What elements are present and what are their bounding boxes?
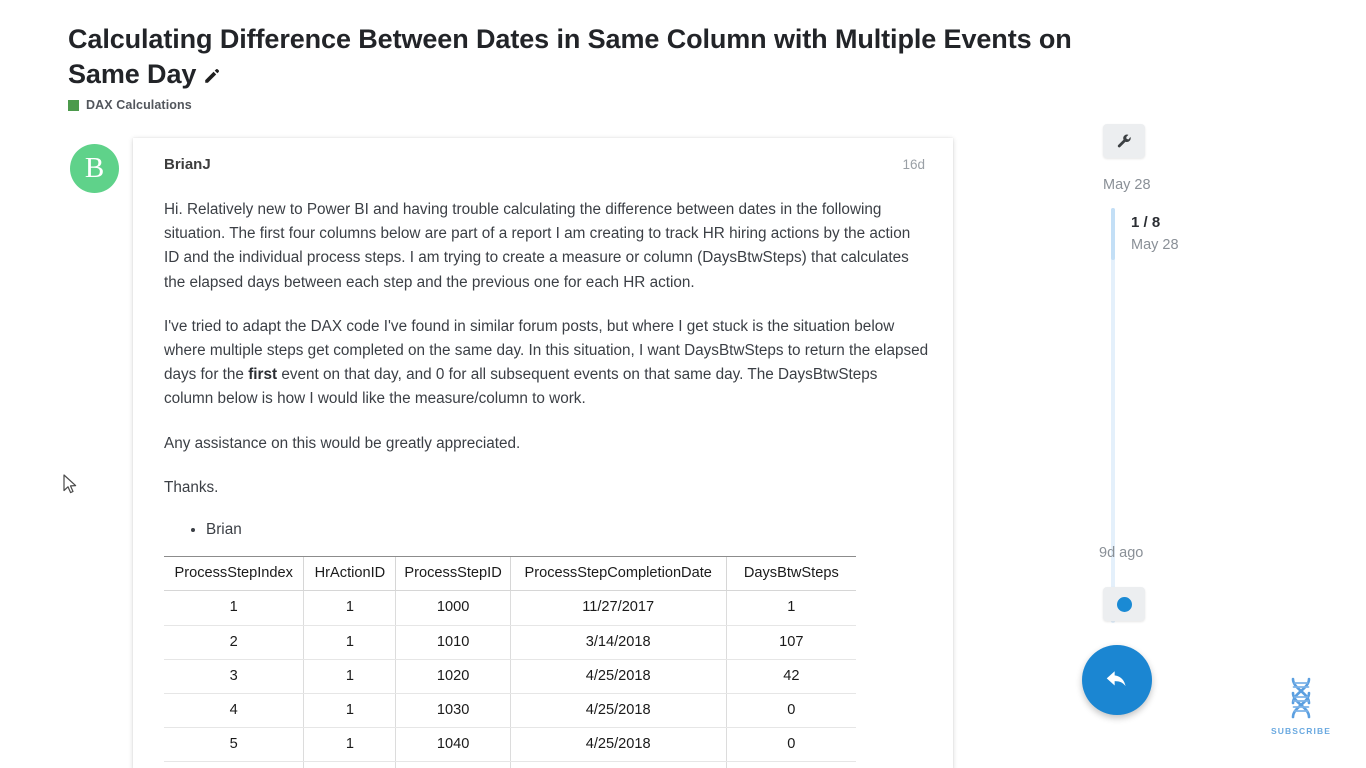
table-cell: 1 [725, 590, 856, 626]
table-cell: 1020 [395, 659, 511, 695]
timeline-position: 1 / 8 [1131, 214, 1161, 231]
table-cell: 0 [725, 727, 856, 763]
table-column-header: ProcessStepCompletionDate [509, 556, 727, 592]
table-body: 1 1 1000 11/27/2017 1 2 1 1010 3/14/2018 107 3 1 102… [164, 590, 856, 768]
reply-button-wrapper [1082, 645, 1152, 715]
signature-list: Brian [164, 518, 929, 542]
table-row: 3 1 1020 4/25/2018 42 [164, 659, 856, 695]
table-cell: 1010 [395, 625, 511, 660]
table-cell: 4/25/2018 [509, 659, 727, 695]
post-timestamp[interactable]: 16d [902, 157, 925, 172]
table-cell: 1 [303, 693, 396, 729]
timeline-scrollbar-thumb[interactable] [1111, 208, 1115, 260]
dna-helix-icon [1291, 677, 1311, 719]
table-column-header: ProcessStepID [395, 556, 511, 592]
pencil-icon[interactable] [203, 67, 221, 85]
table-cell: 4/25/2018 [509, 761, 727, 768]
table-cell: 1 [303, 590, 396, 626]
table-column-header: DaysBtwSteps [725, 556, 856, 592]
table-cell: 4 [164, 693, 304, 729]
table-cell: 0 [725, 761, 856, 768]
category-label: DAX Calculations [86, 98, 192, 112]
post-paragraph-3: Any assistance on this would be greatly … [164, 434, 521, 452]
table-header-row: ProcessStepIndex HrActionID ProcessStepID P… [164, 556, 856, 592]
table-cell: 2 [164, 625, 304, 660]
post-card: BrianJ 16d Hi. Relatively new to Power B… [133, 138, 953, 768]
table-cell: 1 [303, 659, 396, 695]
table-cell: 3/14/2018 [509, 625, 727, 660]
table-row: 2 1 1010 3/14/2018 107 [164, 625, 856, 660]
post-paragraph-2: I've tried to adapt the DAX code I've fo… [164, 315, 929, 412]
table-cell: 107 [725, 625, 856, 660]
wrench-icon[interactable] [1103, 124, 1145, 158]
table-cell: 1050 [395, 761, 511, 768]
table-cell: 4/25/2018 [509, 693, 727, 729]
timeline-start-date: May 28 [1103, 177, 1151, 193]
post-paragraph-1: Hi. Relatively new to Power BI and havin… [164, 201, 911, 291]
dot-icon[interactable] [1103, 587, 1145, 621]
table-cell: 1 [303, 625, 396, 660]
topic-header: Calculating Difference Between Dates in … [68, 22, 1098, 92]
table-cell: 4/25/2018 [509, 727, 727, 763]
category-color-swatch-icon [68, 99, 79, 111]
table-column-header: HrActionID [303, 556, 396, 592]
table-cell: 1 [303, 761, 396, 768]
reply-arrow-icon[interactable] [1082, 645, 1152, 715]
table-cell: 11/27/2017 [509, 590, 727, 626]
post-author[interactable]: BrianJ [164, 156, 211, 173]
subscribe-label: SUBSCRIBE [1271, 726, 1331, 736]
table-cell: 3 [164, 659, 304, 695]
data-table: ProcessStepIndex HrActionID ProcessStepID P… [164, 556, 856, 768]
post-paragraph-4: Thanks. [164, 478, 219, 496]
table-cell: 1 [303, 727, 396, 763]
post-header: BrianJ 16d [164, 156, 925, 173]
avatar[interactable]: B [70, 144, 119, 193]
mouse-cursor-icon [63, 474, 79, 496]
page-root: Calculating Difference Between Dates in … [0, 0, 1366, 768]
timeline-end-date: 9d ago [1099, 545, 1144, 561]
category-badge[interactable]: DAX Calculations [68, 98, 192, 112]
table-cell: 1 [164, 590, 304, 626]
table-cell: 6 [164, 761, 304, 768]
table-cell: 1040 [395, 727, 511, 763]
dot-glyph-icon [1116, 596, 1132, 612]
table-row: 5 1 1040 4/25/2018 0 [164, 727, 856, 763]
table-cell: 5 [164, 727, 304, 763]
subscribe-watermark[interactable]: SUBSCRIBE [1268, 676, 1334, 736]
table-column-header: ProcessStepIndex [164, 556, 304, 592]
list-item: Brian [206, 518, 929, 542]
table-row: 4 1 1030 4/25/2018 0 [164, 693, 856, 729]
table-cell: 1030 [395, 693, 511, 729]
table-row: 1 1 1000 11/27/2017 1 [164, 590, 856, 626]
table-cell: 42 [725, 659, 856, 695]
table-cell: 1000 [395, 590, 511, 626]
table-header: ProcessStepIndex HrActionID ProcessStepID P… [164, 556, 856, 592]
post-body: Hi. Relatively new to Power BI and havin… [164, 198, 929, 768]
timeline-current-date: May 28 [1131, 237, 1179, 253]
table-cell: 0 [725, 693, 856, 729]
paragraph-2-emphasis: first [248, 366, 278, 384]
table-row: 6110504/25/20180 [164, 761, 856, 768]
